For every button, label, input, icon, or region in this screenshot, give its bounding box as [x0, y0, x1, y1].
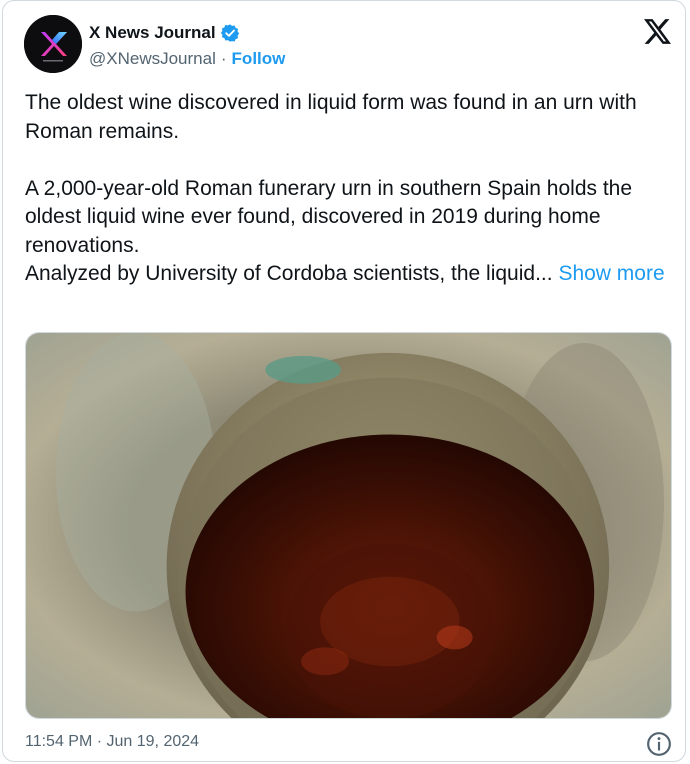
tweet-timestamp[interactable]: 11:54 PM · Jun 19, 2024 [25, 733, 199, 751]
show-more-link[interactable]: Show more [558, 262, 664, 285]
tweet-paragraph: The oldest wine discovered in liquid for… [25, 91, 637, 143]
author-handle[interactable]: @XNewsJournal [89, 49, 216, 69]
tweet-paragraph-truncated: Analyzed by University of Cordoba scient… [25, 260, 675, 289]
tweet-media-photo[interactable] [25, 332, 672, 719]
info-icon[interactable] [646, 731, 672, 757]
tweet-embed-card: X News Journal @XNewsJournal · Follow Th… [2, 0, 686, 762]
x-logo-icon[interactable] [644, 19, 671, 44]
author-handle-row: @XNewsJournal · Follow [89, 49, 285, 69]
separator-dot: · [220, 49, 227, 68]
author-avatar[interactable] [24, 15, 82, 73]
urn-wine-photo [26, 333, 671, 718]
tweet-paragraph: A 2,000-year-old Roman funerary urn in s… [25, 176, 633, 257]
follow-button[interactable]: Follow [232, 49, 286, 69]
author-name-row: X News Journal [89, 21, 240, 45]
tweet-truncated-text: Analyzed by University of Cordoba scient… [25, 262, 553, 285]
x-news-logo-icon [24, 15, 82, 73]
verified-badge-icon [220, 24, 239, 42]
author-display-name[interactable]: X News Journal [89, 23, 216, 43]
tweet-body: The oldest wine discovered in liquid for… [25, 89, 675, 289]
